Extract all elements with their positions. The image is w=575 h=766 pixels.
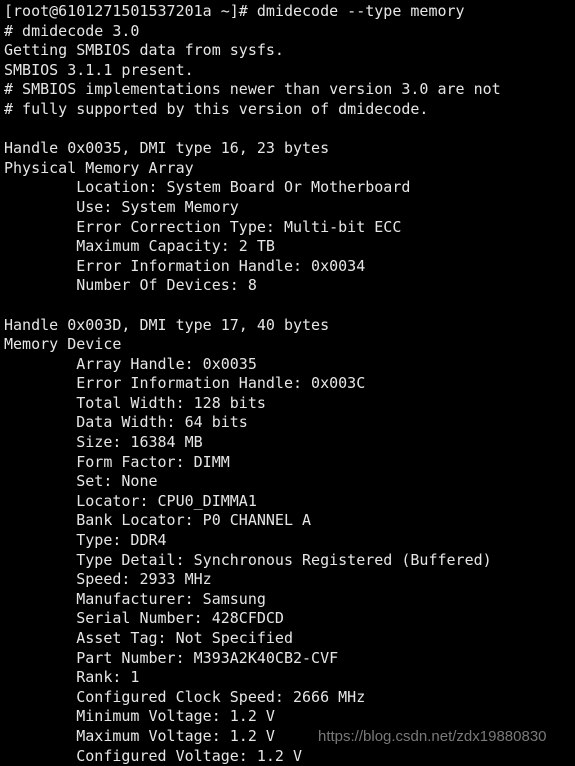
terminal-line: Form Factor: DIMM [4, 452, 230, 471]
terminal-window[interactable]: [root@6101271501537201a ~]# dmidecode --… [0, 0, 575, 765]
terminal-line: Data Width: 64 bits [4, 413, 248, 432]
terminal-line: # dmidecode 3.0 [4, 21, 140, 40]
terminal-line: Configured Clock Speed: 2666 MHz [4, 687, 366, 706]
terminal-line: Handle 0x0035, DMI type 16, 23 bytes [4, 139, 330, 158]
terminal-line: Configured Voltage: 1.2 V [4, 746, 303, 765]
watermark-text: https://blog.csdn.net/zdx19880830 [318, 728, 547, 745]
terminal-line: Locator: CPU0_DIMMA1 [4, 491, 257, 510]
terminal-output: [root@6101271501537201a ~]# dmidecode --… [4, 2, 575, 766]
terminal-line: Bank Locator: P0 CHANNEL A [4, 511, 312, 530]
terminal-line: Use: System Memory [4, 197, 239, 216]
terminal-line: Serial Number: 428CFDCD [4, 609, 284, 628]
terminal-line: Asset Tag: Not Specified [4, 629, 293, 647]
terminal-line: Rank: 1 [4, 668, 140, 687]
terminal-line: Type Detail: Synchronous Registered (Buf… [4, 550, 492, 569]
terminal-line: Error Correction Type: Multi-bit ECC [4, 217, 402, 236]
terminal-line: Manufacturer: Samsung [4, 589, 266, 608]
terminal-line: Memory Device [4, 335, 122, 354]
terminal-line: Maximum Capacity: 2 TB [4, 237, 275, 256]
terminal-line: Set: None [4, 472, 158, 491]
terminal-line: Location: System Board Or Motherboard [4, 178, 411, 197]
terminal-line: Getting SMBIOS data from sysfs. [4, 41, 284, 60]
terminal-line: Total Width: 128 bits [4, 393, 266, 412]
terminal-line: Minimum Voltage: 1.2 V [4, 707, 275, 726]
terminal-line: Part Number: M393A2K40CB2-CVF [4, 648, 339, 667]
terminal-line: Array Handle: 0x0035 [4, 354, 257, 373]
terminal-line: # SMBIOS implementations newer than vers… [4, 80, 501, 99]
terminal-line: # fully supported by this version of dmi… [4, 99, 429, 118]
terminal-line: Physical Memory Array [4, 158, 194, 177]
terminal-prompt-line: [root@6101271501537201a ~]# dmidecode --… [4, 2, 465, 20]
terminal-line: Type: DDR4 [4, 531, 167, 550]
terminal-line: SMBIOS 3.1.1 present. [4, 60, 194, 79]
terminal-line: Speed: 2933 MHz [4, 570, 212, 589]
terminal-line: Size: 16384 MB [4, 433, 203, 452]
terminal-line: Error Information Handle: 0x0034 [4, 256, 366, 275]
terminal-line: Number Of Devices: 8 [4, 276, 257, 295]
terminal-line: Error Information Handle: 0x003C [4, 374, 366, 393]
terminal-line: Handle 0x003D, DMI type 17, 40 bytes [4, 315, 330, 334]
